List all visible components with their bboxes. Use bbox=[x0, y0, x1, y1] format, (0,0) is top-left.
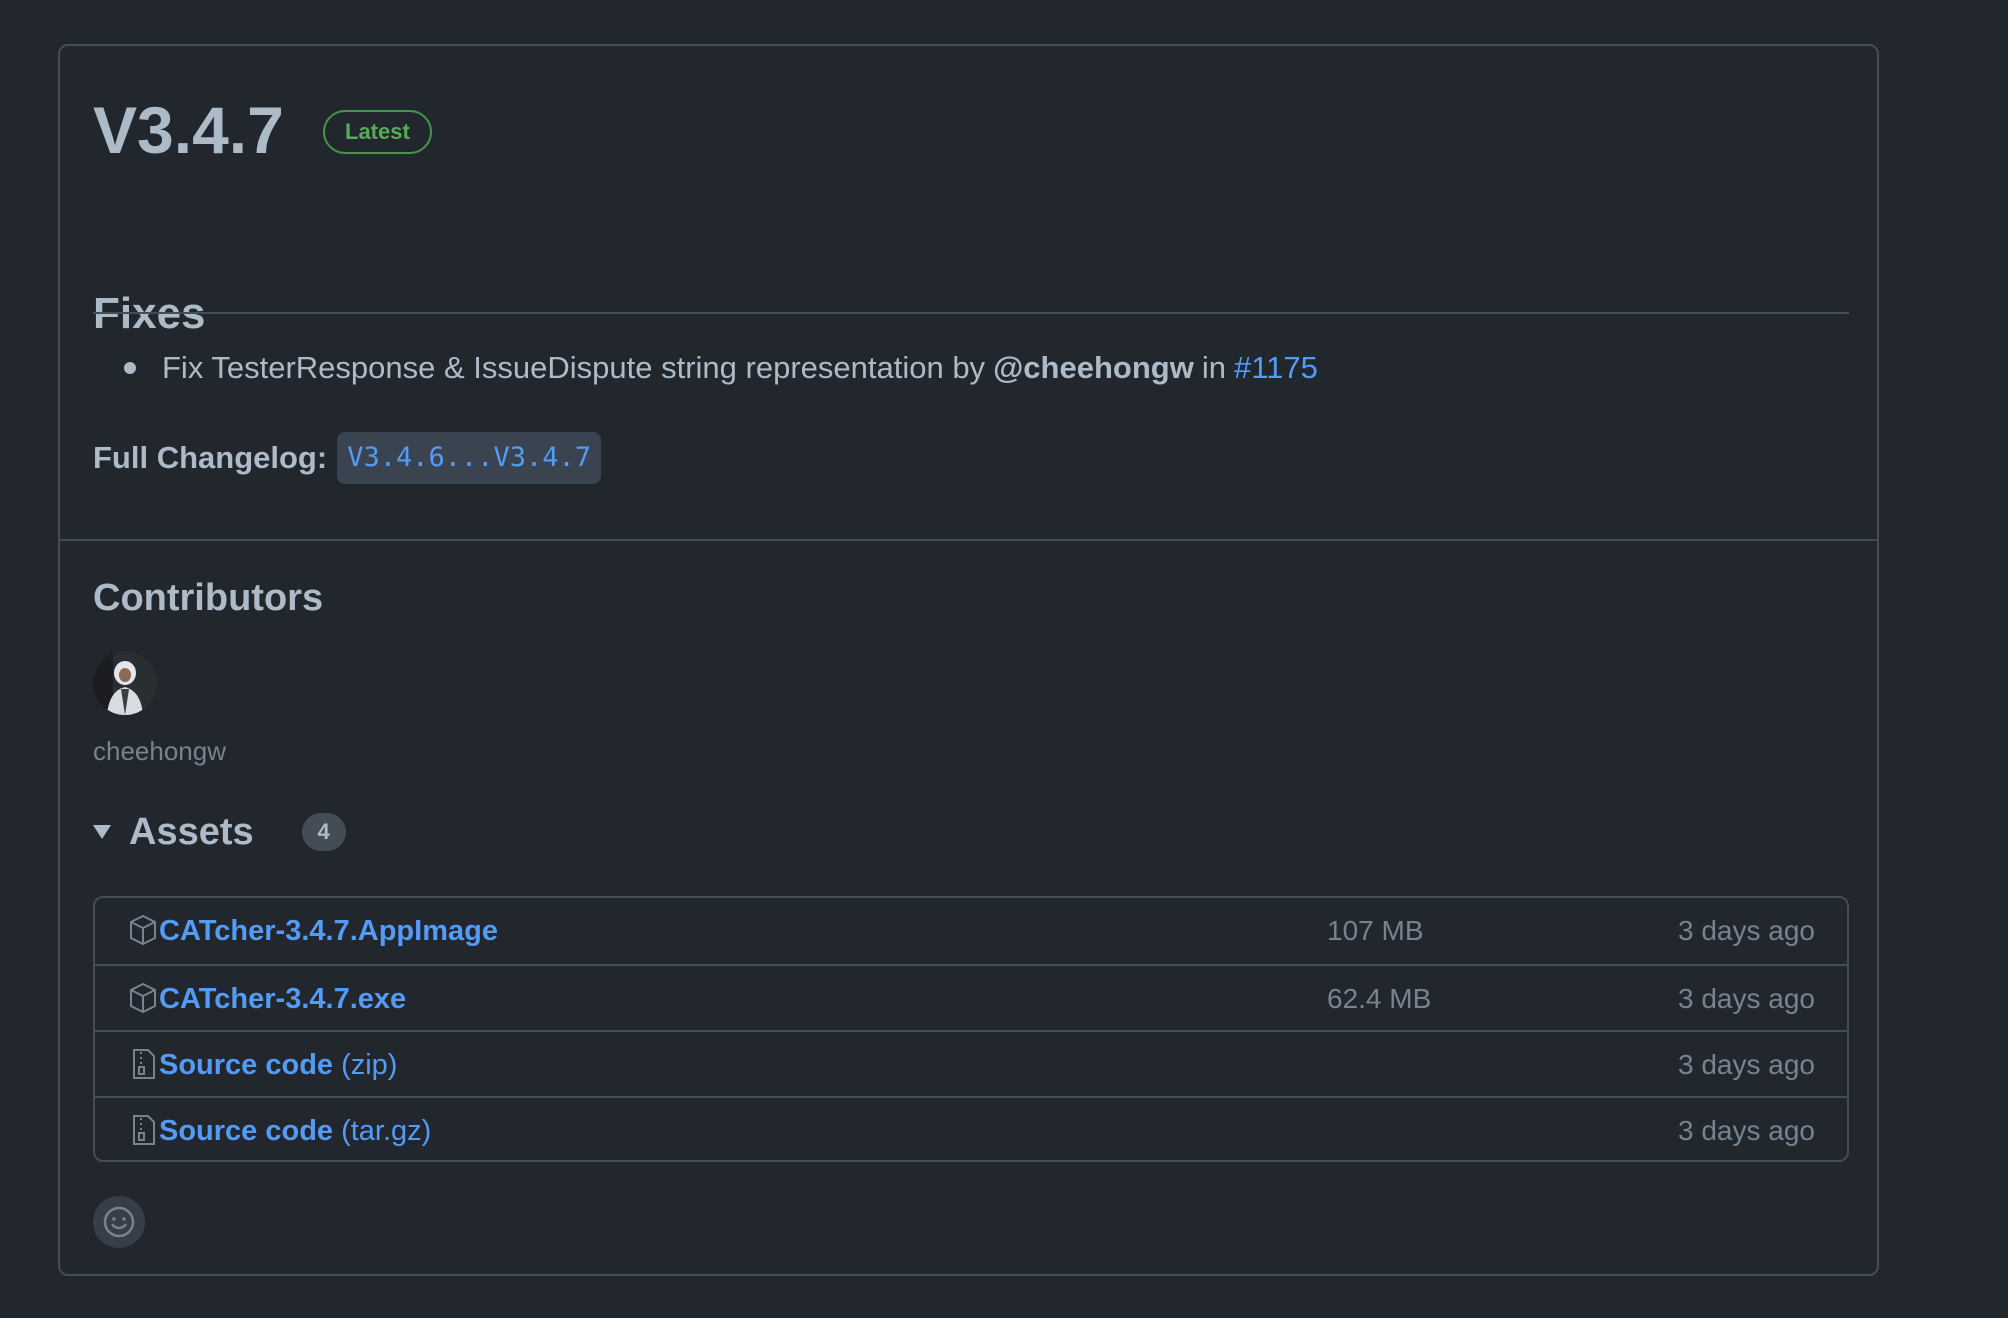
asset-link[interactable]: CATcher-3.4.7.AppImage bbox=[159, 911, 498, 951]
asset-name: CATcher-3.4.7.AppImage bbox=[159, 915, 498, 947]
assets-toggle[interactable]: Assets 4 bbox=[93, 808, 346, 856]
fixes-heading: Fixes bbox=[93, 289, 206, 338]
asset-date: 3 days ago bbox=[1678, 1115, 1815, 1146]
asset-format: (zip) bbox=[341, 1049, 398, 1081]
add-reaction-button[interactable] bbox=[93, 1196, 145, 1248]
asset-link[interactable]: Source code (tar.gz) bbox=[159, 1111, 431, 1151]
assets-count-badge: 4 bbox=[301, 813, 346, 851]
contributors-heading: Contributors bbox=[93, 577, 324, 619]
avatar[interactable] bbox=[93, 651, 157, 715]
asset-name: Source code bbox=[159, 1115, 334, 1147]
asset-format: (tar.gz) bbox=[341, 1115, 432, 1147]
asset-size: 107 MB bbox=[1327, 915, 1424, 946]
asset-date: 3 days ago bbox=[1678, 983, 1815, 1014]
changelog-label: Full Changelog: bbox=[93, 440, 328, 475]
asset-link[interactable]: CATcher-3.4.7.exe bbox=[159, 979, 406, 1019]
asset-row: Source code (tar.gz) 3 days ago bbox=[95, 1096, 1847, 1160]
file-zip-icon bbox=[133, 1049, 155, 1079]
release-card: V3.4.7 Latest Fixes Fix TesterResponse &… bbox=[58, 44, 1879, 1276]
release-title[interactable]: V3.4.7 bbox=[93, 90, 284, 170]
heading-divider bbox=[93, 312, 1849, 314]
section-divider bbox=[60, 539, 1877, 541]
fix-list-item: Fix TesterResponse & IssueDispute string… bbox=[124, 348, 1318, 388]
asset-name: CATcher-3.4.7.exe bbox=[159, 983, 407, 1015]
file-zip-icon bbox=[133, 1115, 155, 1145]
fix-in-text: in bbox=[1201, 350, 1226, 385]
asset-row: Source code (zip) 3 days ago bbox=[95, 1030, 1847, 1096]
avatar-image bbox=[93, 651, 157, 715]
asset-size: 62.4 MB bbox=[1327, 983, 1432, 1014]
contributor-name[interactable]: cheehongw bbox=[93, 734, 226, 768]
asset-date: 3 days ago bbox=[1678, 915, 1815, 946]
assets-heading: Assets bbox=[129, 811, 254, 853]
fix-text: Fix TesterResponse & IssueDispute string… bbox=[162, 350, 986, 385]
assets-list: CATcher-3.4.7.AppImage 107 MB 3 days ago… bbox=[93, 896, 1849, 1162]
smiley-icon bbox=[103, 1206, 135, 1238]
latest-badge: Latest bbox=[323, 110, 432, 154]
asset-name: Source code bbox=[159, 1049, 334, 1081]
triangle-down-icon bbox=[93, 825, 111, 839]
package-icon bbox=[130, 982, 156, 1014]
user-mention-link[interactable]: @cheehongw bbox=[993, 348, 1194, 388]
full-changelog: Full Changelog: V3.4.6...V3.4.7 bbox=[93, 432, 602, 484]
bullet bbox=[124, 362, 136, 374]
package-icon bbox=[130, 914, 156, 946]
changelog-compare-link[interactable]: V3.4.6...V3.4.7 bbox=[337, 432, 602, 484]
release-body: V3.4.7 Latest Fixes Fix TesterResponse &… bbox=[60, 46, 1877, 539]
pull-request-link[interactable]: #1175 bbox=[1234, 348, 1318, 388]
asset-row: CATcher-3.4.7.exe 62.4 MB 3 days ago bbox=[95, 964, 1847, 1030]
asset-link[interactable]: Source code (zip) bbox=[159, 1045, 397, 1085]
asset-date: 3 days ago bbox=[1678, 1049, 1815, 1080]
asset-row: CATcher-3.4.7.AppImage 107 MB 3 days ago bbox=[95, 898, 1847, 964]
